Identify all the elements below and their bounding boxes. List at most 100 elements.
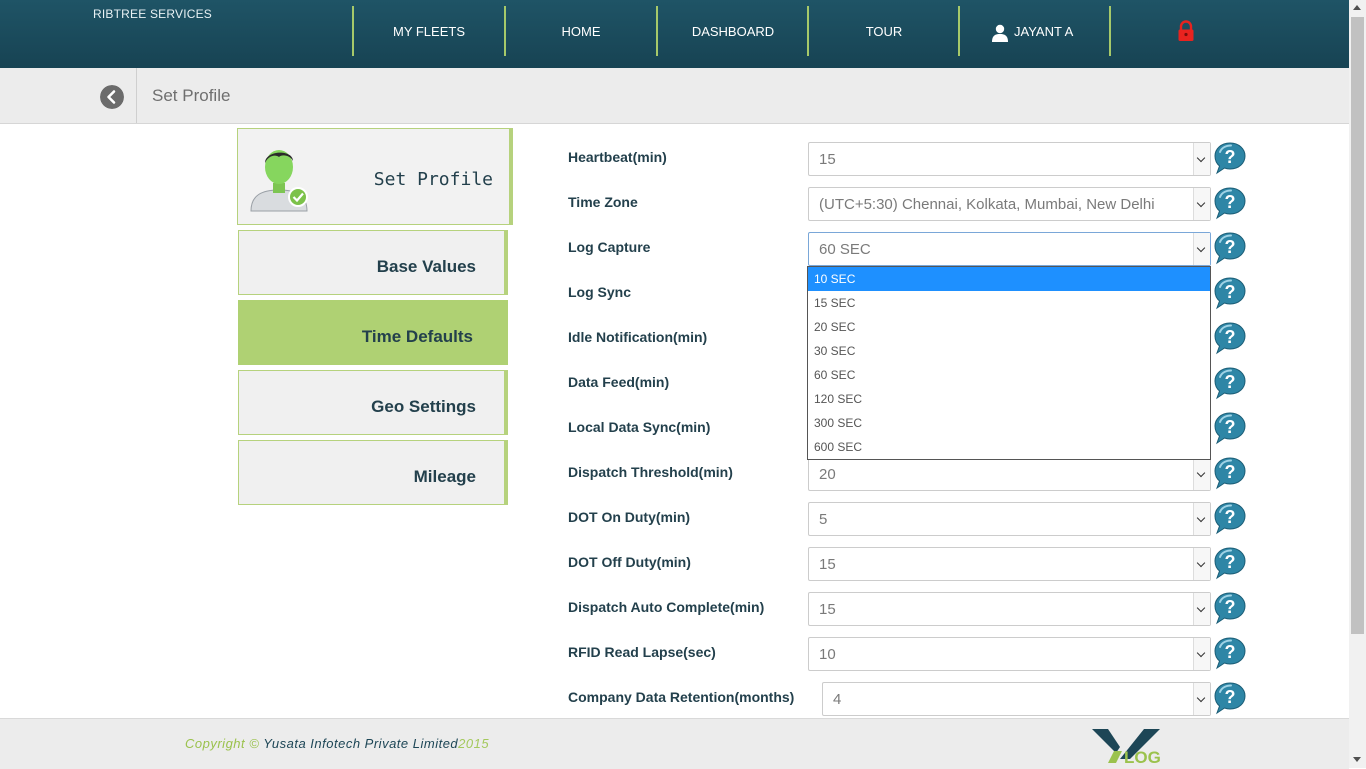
svg-text:?: ? [1225, 237, 1236, 257]
rfid-read-lapse-select[interactable]: 10 [808, 637, 1211, 671]
brand-name: RIBTREE SERVICES [93, 7, 213, 21]
dropdown-option[interactable]: 120 SEC [808, 387, 1210, 411]
dropdown-option[interactable]: 10 SEC [808, 267, 1210, 291]
profile-avatar-icon [250, 150, 308, 212]
sidebar-item-label: Time Defaults [361, 327, 473, 346]
log-capture-dropdown-list[interactable]: 10 SEC 15 SEC 20 SEC 30 SEC 60 SEC 120 S… [807, 266, 1211, 460]
sidebar-item-label: Mileage [413, 467, 476, 486]
dropdown-option[interactable]: 15 SEC [808, 291, 1210, 315]
select-value: 15 [819, 556, 836, 573]
svg-text:?: ? [1225, 417, 1236, 437]
field-label-log-sync: Log Sync [568, 284, 632, 300]
sidebar-item-mileage[interactable]: Mileage [238, 440, 508, 505]
field-label-data-feed: Data Feed(min) [568, 374, 670, 390]
field-label-local-data-sync: Local Data Sync(min) [568, 419, 711, 435]
heartbeat-select[interactable]: 15 [808, 142, 1211, 176]
help-icon[interactable]: ? [1213, 411, 1247, 445]
ylog-logo-icon: LOG [1092, 729, 1161, 767]
chevron-down-icon [1193, 458, 1210, 490]
field-label-rfid-read-lapse: RFID Read Lapse(sec) [568, 644, 716, 660]
dot-off-duty-select[interactable]: 15 [808, 547, 1211, 581]
help-icon[interactable]: ? [1213, 501, 1247, 535]
company-data-retention-select[interactable]: 4 [822, 682, 1211, 716]
logo-text: LOG [1124, 748, 1161, 767]
breadcrumb: Set Profile [0, 68, 1349, 124]
dropdown-option[interactable]: 600 SEC [808, 435, 1210, 459]
help-icon[interactable]: ? [1213, 456, 1247, 490]
vertical-scrollbar[interactable] [1349, 0, 1366, 768]
help-icon[interactable]: ? [1213, 681, 1247, 715]
field-label-dispatch-auto-complete: Dispatch Auto Complete(min) [568, 599, 765, 615]
lock-icon[interactable] [1177, 20, 1195, 42]
dot-on-duty-select[interactable]: 5 [808, 502, 1211, 536]
sidebar-item-geo-settings[interactable]: Geo Settings [238, 370, 508, 435]
chevron-down-icon [1193, 683, 1210, 715]
log-capture-select[interactable]: 60 SEC [808, 232, 1211, 266]
field-label-dispatch-threshold: Dispatch Threshold(min) [568, 464, 733, 480]
help-icon[interactable]: ? [1213, 636, 1247, 670]
sidebar-item-label: Geo Settings [371, 397, 476, 416]
field-label-dot-off-duty: DOT Off Duty(min) [568, 554, 691, 570]
select-value: 5 [819, 511, 828, 528]
nav-my-fleets[interactable]: MY FLEETS [354, 24, 504, 39]
scrollbar-thumb[interactable] [1351, 17, 1364, 634]
svg-text:?: ? [1225, 147, 1236, 167]
page-title: Set Profile [152, 86, 231, 105]
svg-text:?: ? [1225, 372, 1236, 392]
select-value: 4 [833, 691, 842, 708]
svg-text:?: ? [1225, 282, 1236, 302]
sidebar-item-label: Set Profile [373, 169, 493, 190]
field-label-idle-notification: Idle Notification(min) [568, 329, 708, 345]
scroll-down-arrow-icon[interactable] [1353, 757, 1361, 762]
svg-text:?: ? [1225, 597, 1236, 617]
chevron-down-icon [1193, 188, 1210, 220]
dropdown-option[interactable]: 300 SEC [808, 411, 1210, 435]
time-zone-select[interactable]: (UTC+5:30) Chennai, Kolkata, Mumbai, New… [808, 187, 1211, 221]
scroll-up-arrow-icon[interactable] [1353, 5, 1361, 10]
help-icon[interactable]: ? [1213, 276, 1247, 310]
help-icon[interactable]: ? [1213, 186, 1247, 220]
nav-dashboard[interactable]: DASHBOARD [658, 24, 808, 39]
sidebar-item-label: Base Values [376, 257, 476, 276]
field-label-log-capture: Log Capture [568, 239, 651, 255]
svg-text:?: ? [1225, 327, 1236, 347]
help-icon[interactable]: ? [1213, 321, 1247, 355]
select-value: 15 [819, 151, 836, 168]
sidebar-item-time-defaults[interactable]: Time Defaults [238, 300, 508, 365]
svg-text:?: ? [1225, 462, 1236, 482]
dropdown-option[interactable]: 30 SEC [808, 339, 1210, 363]
field-label-company-data-retention: Company Data Retention(months) [568, 689, 795, 705]
nav-divider [958, 6, 960, 56]
help-icon[interactable]: ? [1213, 366, 1247, 400]
chevron-down-icon [1193, 143, 1210, 175]
help-icon[interactable]: ? [1213, 591, 1247, 625]
user-icon[interactable] [992, 24, 1008, 42]
sidebar-item-set-profile[interactable]: Set Profile [237, 128, 513, 225]
help-icon[interactable]: ? [1213, 231, 1247, 265]
copyright-year: 2015 [458, 736, 490, 751]
dropdown-option[interactable]: 20 SEC [808, 315, 1210, 339]
sidebar-item-base-values[interactable]: Base Values [238, 230, 508, 295]
help-icon[interactable]: ? [1213, 546, 1247, 580]
help-icon[interactable]: ? [1213, 141, 1247, 175]
dispatch-auto-complete-select[interactable]: 15 [808, 592, 1211, 626]
field-label-time-zone: Time Zone [568, 194, 638, 210]
chevron-down-icon [1193, 638, 1210, 670]
dropdown-option[interactable]: 60 SEC [808, 363, 1210, 387]
nav-user-name[interactable]: JAYANT A [1014, 24, 1084, 39]
nav-tour[interactable]: TOUR [809, 24, 959, 39]
chevron-left-icon[interactable] [100, 85, 124, 109]
nav-divider [1109, 6, 1111, 56]
svg-text:?: ? [1225, 552, 1236, 572]
chevron-down-icon [1193, 548, 1210, 580]
field-label-dot-on-duty: DOT On Duty(min) [568, 509, 691, 525]
select-value: 60 SEC [819, 241, 871, 258]
select-value: 10 [819, 646, 836, 663]
select-value: 15 [819, 601, 836, 618]
field-label-heartbeat: Heartbeat(min) [568, 149, 667, 165]
chevron-down-icon [1193, 593, 1210, 625]
select-value: (UTC+5:30) Chennai, Kolkata, Mumbai, New… [819, 196, 1155, 213]
nav-home[interactable]: HOME [506, 24, 656, 39]
dispatch-threshold-select[interactable]: 20 [808, 457, 1211, 491]
company-name: Yusata Infotech Private Limited [259, 736, 459, 751]
